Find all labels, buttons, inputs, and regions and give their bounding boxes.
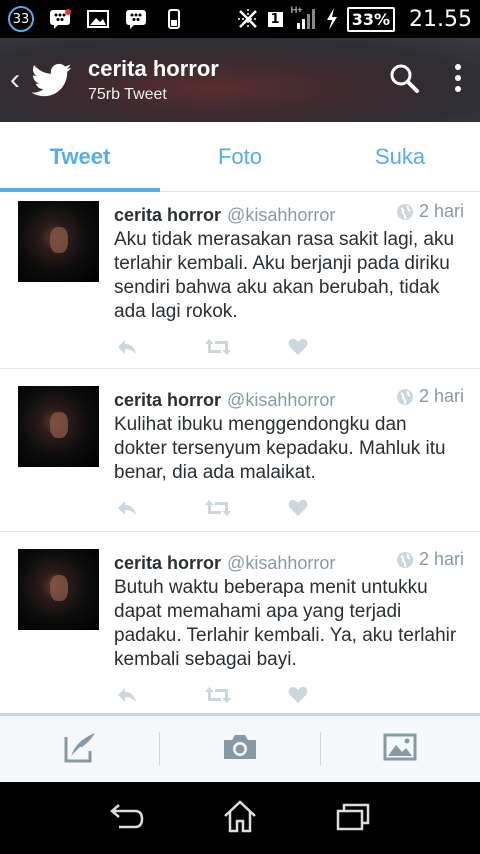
tweet-time: 2 hari [396, 201, 464, 222]
tweet-text: Kulihat ibuku menggendongku dan dokter t… [114, 413, 446, 483]
notification-count-badge: 33 [8, 6, 34, 32]
compose-tweet-button[interactable] [0, 731, 159, 768]
charging-icon [325, 8, 339, 30]
camera-icon [222, 733, 258, 766]
system-nav-bar [0, 782, 480, 854]
sim-indicator: 1 [267, 8, 283, 30]
avatar[interactable] [18, 201, 99, 282]
profile-header: ‹ cerita horror 75rb Tweet [0, 38, 480, 122]
like-icon[interactable] [288, 686, 308, 704]
compose-tweet-icon [63, 731, 97, 768]
globe-icon [396, 203, 413, 220]
back-icon[interactable]: ‹ [2, 63, 28, 97]
tweet-text: Aku tidak merasakan rasa sakit lagi, aku… [114, 228, 455, 322]
battery-level: 33% [346, 6, 396, 32]
tweet-item[interactable]: cerita horror @kisahhorror 2 hari Kuliha… [0, 369, 480, 532]
retweet-icon[interactable] [204, 499, 232, 517]
bbm-icon [48, 8, 72, 30]
status-bar: 33 1 H+ 33% 21.55 [0, 0, 480, 38]
gallery-button[interactable] [321, 733, 480, 766]
tab-suka[interactable]: Suka [320, 122, 480, 191]
compose-toolbar [0, 713, 480, 782]
tweet-item[interactable]: cerita horror @kisahhorror 2 hari Butuh … [0, 532, 480, 713]
signal-icon: H+ [291, 5, 317, 30]
tab-foto[interactable]: Foto [160, 122, 320, 191]
recent-apps-icon[interactable] [335, 801, 371, 836]
tweet-feed[interactable]: cerita horror @kisahhorror 2 hari Aku ti… [0, 193, 480, 713]
tab-tweet[interactable]: Tweet [0, 122, 160, 192]
tweet-time: 2 hari [396, 549, 464, 570]
tweet-author-handle: @kisahhorror [227, 552, 336, 573]
bbm-icon [124, 8, 148, 30]
image-icon [86, 8, 110, 30]
reply-icon[interactable] [116, 338, 138, 356]
twitter-bird-icon[interactable] [31, 60, 72, 100]
home-nav-icon[interactable] [222, 799, 258, 838]
gallery-icon [383, 733, 417, 766]
search-icon[interactable] [388, 62, 420, 99]
tweet-item[interactable]: cerita horror @kisahhorror 2 hari Aku ti… [0, 193, 480, 369]
tweet-time: 2 hari [396, 386, 464, 407]
retweet-icon[interactable] [204, 686, 232, 704]
tweet-text: Butuh waktu beberapa menit untukku dapat… [114, 576, 457, 670]
reply-icon[interactable] [116, 499, 138, 517]
phone-vibrate-icon [162, 8, 186, 30]
back-nav-icon[interactable] [109, 801, 145, 836]
tweet-author-handle: @kisahhorror [227, 389, 336, 410]
profile-name: cerita horror [88, 56, 219, 81]
globe-icon [396, 388, 413, 405]
like-icon[interactable] [288, 338, 308, 356]
avatar[interactable] [18, 386, 99, 467]
retweet-icon[interactable] [204, 338, 232, 356]
globe-icon [396, 551, 413, 568]
like-icon[interactable] [288, 499, 308, 517]
tweet-author-name[interactable]: cerita horror [114, 390, 221, 411]
profile-tabs: Tweet Foto Suka [0, 122, 480, 192]
tweet-count: 75rb Tweet [88, 86, 167, 103]
mute-icon [236, 8, 260, 30]
tweet-author-name[interactable]: cerita horror [114, 205, 221, 226]
camera-button[interactable] [160, 733, 319, 766]
tweet-author-name[interactable]: cerita horror [114, 553, 221, 574]
overflow-menu-icon[interactable] [454, 62, 462, 99]
tweet-author-handle: @kisahhorror [227, 204, 336, 225]
clock: 21.55 [409, 6, 472, 32]
avatar[interactable] [18, 549, 99, 630]
reply-icon[interactable] [116, 686, 138, 704]
